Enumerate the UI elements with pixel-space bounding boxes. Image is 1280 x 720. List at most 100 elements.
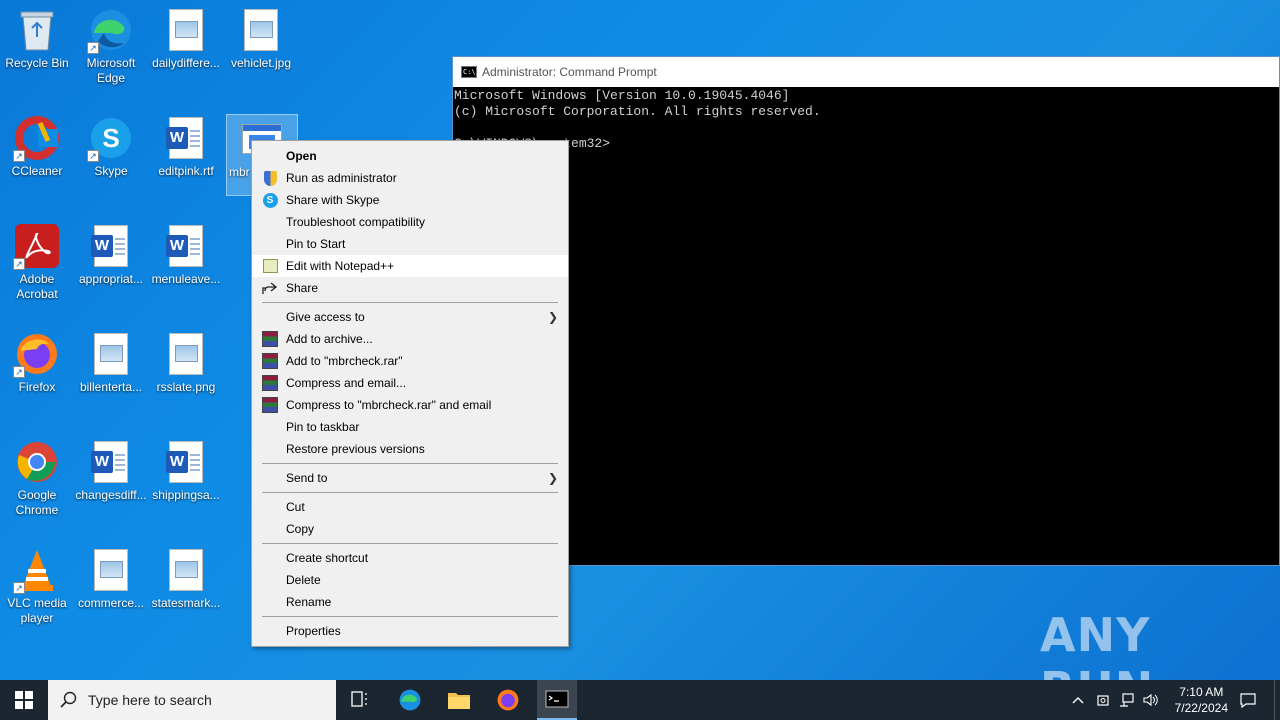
desktop-icon-label: menuleave... (151, 272, 221, 286)
desktop-icon-statesmark[interactable]: statesmark... (149, 546, 223, 611)
command-prompt-icon (545, 690, 569, 708)
ccleaner-icon: ↗ (13, 114, 61, 162)
skype-icon: S ↗ (87, 114, 135, 162)
tray-network-button[interactable] (1116, 680, 1138, 720)
action-center-button[interactable] (1232, 680, 1264, 720)
console-output[interactable]: Microsoft Windows [Version 10.0.19045.40… (453, 87, 1279, 152)
volume-icon (1143, 693, 1158, 707)
desktop-icon-adobe-acrobat[interactable]: ↗ Adobe Acrobat (0, 222, 74, 302)
menu-item-add-to-rar[interactable]: Add to "mbrcheck.rar" (252, 350, 568, 372)
taskbar-edge-button[interactable] (390, 680, 430, 720)
tray-volume-button[interactable] (1140, 680, 1162, 720)
taskbar-file-explorer-button[interactable] (439, 680, 479, 720)
menu-item-troubleshoot-compatibility[interactable]: Troubleshoot compatibility (252, 211, 568, 233)
start-button[interactable] (0, 680, 48, 720)
menu-item-copy[interactable]: Copy (252, 518, 568, 540)
search-placeholder: Type here to search (88, 692, 212, 708)
menu-item-label: Cut (286, 500, 305, 514)
desktop-icon-label: Firefox (18, 380, 56, 394)
command-prompt-window[interactable]: C:\_ Administrator: Command Prompt Micro… (452, 56, 1280, 566)
tray-meet-now-button[interactable] (1092, 680, 1114, 720)
skype-icon: S (262, 192, 278, 208)
desktop-icon-label: commerce... (77, 596, 144, 610)
desktop-icon-microsoft-edge[interactable]: ↗ Microsoft Edge (74, 6, 148, 86)
taskbar-search-box[interactable]: Type here to search (48, 680, 336, 720)
menu-separator (262, 302, 558, 303)
menu-item-label: Properties (286, 624, 341, 638)
menu-item-label: Add to archive... (286, 332, 373, 346)
desktop-icon-vehiclet[interactable]: vehiclet.jpg (224, 6, 298, 71)
desktop-icon-dailydiffere[interactable]: dailydiffere... (149, 6, 223, 71)
menu-item-label: Copy (286, 522, 315, 536)
menu-item-restore-previous-versions[interactable]: Restore previous versions (252, 438, 568, 460)
menu-item-send-to[interactable]: Send to ❯ (252, 467, 568, 489)
desktop-icon-firefox[interactable]: ↗ Firefox (0, 330, 74, 395)
menu-item-compress-and-email[interactable]: Compress and email... (252, 372, 568, 394)
desktop-icon-google-chrome[interactable]: Google Chrome (0, 438, 74, 518)
menu-item-rename[interactable]: Rename (252, 591, 568, 613)
desktop-icon-rsslate[interactable]: rsslate.png (149, 330, 223, 395)
tray-clock[interactable]: 7:10 AM 7/22/2024 (1175, 684, 1228, 716)
shortcut-arrow-icon: ↗ (87, 150, 99, 162)
desktop-icon-skype[interactable]: S ↗ Skype (74, 114, 148, 179)
taskbar-cmd-button[interactable] (537, 680, 577, 720)
menu-item-run-as-administrator[interactable]: Run as administrator (252, 167, 568, 189)
show-desktop-button[interactable] (1274, 680, 1280, 720)
desktop-icon-label: billenterta... (79, 380, 143, 394)
console-line: Microsoft Windows [Version 10.0.19045.40… (454, 88, 790, 103)
menu-item-delete[interactable]: Delete (252, 569, 568, 591)
menu-item-label: Edit with Notepad++ (286, 259, 395, 273)
command-prompt-titlebar[interactable]: C:\_ Administrator: Command Prompt (453, 57, 1279, 87)
menu-item-open[interactable]: Open (252, 145, 568, 167)
desktop-icon-vlc[interactable]: ↗ VLC media player (0, 546, 74, 626)
folder-icon (448, 693, 470, 709)
menu-item-edit-with-notepadpp[interactable]: Edit with Notepad++ (252, 255, 568, 277)
word-doc-icon: W (162, 438, 210, 486)
desktop-icon-appropriat[interactable]: W appropriat... (74, 222, 148, 287)
task-view-button[interactable] (340, 680, 380, 720)
edge-icon (399, 689, 421, 711)
menu-item-cut[interactable]: Cut (252, 496, 568, 518)
desktop-icon-menuleave[interactable]: W menuleave... (149, 222, 223, 287)
edge-icon: ↗ (87, 6, 135, 54)
menu-item-share[interactable]: Share (252, 277, 568, 299)
taskbar-firefox-button[interactable] (488, 680, 528, 720)
winrar-icon (262, 375, 278, 391)
desktop-icon-ccleaner[interactable]: ↗ CCleaner (0, 114, 74, 179)
firefox-icon: ↗ (13, 330, 61, 378)
show-hidden-icons-button[interactable] (1068, 680, 1088, 720)
menu-item-add-to-archive[interactable]: Add to archive... (252, 328, 568, 350)
desktop-icon-label: dailydiffere... (152, 56, 220, 70)
desktop-icon-commerce[interactable]: commerce... (74, 546, 148, 611)
menu-item-share-with-skype[interactable]: S Share with Skype (252, 189, 568, 211)
desktop-icon-billenterta[interactable]: billenterta... (74, 330, 148, 395)
shortcut-arrow-icon: ↗ (13, 150, 25, 162)
shortcut-arrow-icon: ↗ (13, 366, 25, 378)
desktop-icon-changesdiff[interactable]: W changesdiff... (74, 438, 148, 503)
menu-item-properties[interactable]: Properties (252, 620, 568, 642)
menu-item-create-shortcut[interactable]: Create shortcut (252, 547, 568, 569)
menu-item-pin-to-start[interactable]: Pin to Start (252, 233, 568, 255)
desktop-icon-recycle-bin[interactable]: Recycle Bin (0, 6, 74, 71)
menu-item-give-access-to[interactable]: Give access to ❯ (252, 306, 568, 328)
console-prompt-line: C:\WINDOWS\system32> (454, 136, 1279, 152)
desktop-icon-shippingsa[interactable]: W shippingsa... (149, 438, 223, 503)
menu-item-pin-to-taskbar[interactable]: Pin to taskbar (252, 416, 568, 438)
windows-logo-icon (15, 691, 33, 709)
image-file-icon (237, 6, 285, 54)
word-doc-icon: W (87, 438, 135, 486)
desktop-icon-editpink[interactable]: W editpink.rtf (149, 114, 223, 179)
clock-date: 7/22/2024 (1174, 701, 1228, 715)
desktop-icon-label: editpink.rtf (158, 164, 214, 178)
menu-item-label: Compress to "mbrcheck.rar" and email (286, 398, 492, 412)
word-doc-icon: W (87, 222, 135, 270)
acrobat-icon: ↗ (13, 222, 61, 270)
word-doc-icon: W (162, 114, 210, 162)
command-prompt-icon: C:\_ (461, 66, 480, 78)
menu-item-label: Share (286, 281, 319, 295)
menu-item-compress-to-rar-and-email[interactable]: Compress to "mbrcheck.rar" and email (252, 394, 568, 416)
desktop-icon-label: Skype (94, 164, 128, 178)
shortcut-arrow-icon: ↗ (13, 258, 25, 270)
menu-item-label: Pin to Start (286, 237, 346, 251)
